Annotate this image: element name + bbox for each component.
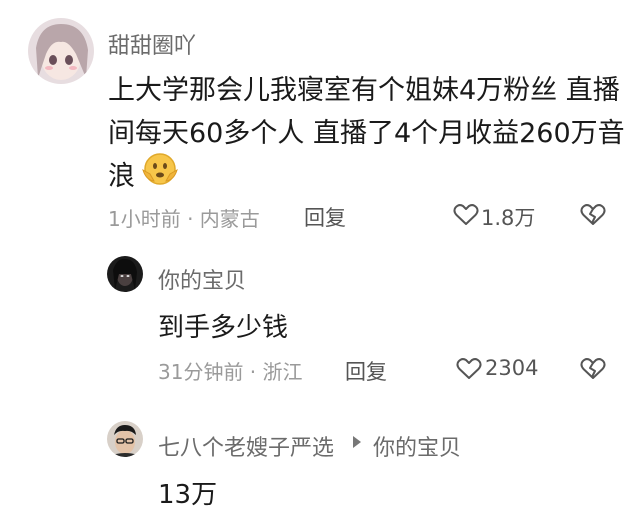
- comment-reply-button[interactable]: 回复: [304, 202, 346, 232]
- comment-text-line-2: 间每天60多个人 直播了4个月收益260万音: [108, 118, 625, 149]
- heart-icon[interactable]: [453, 203, 479, 227]
- reply-avatar[interactable]: [107, 421, 143, 457]
- comment-avatar[interactable]: [28, 18, 94, 84]
- comment-text-line-1: 上大学那会儿我寝室有个姐妹4万粉丝 直播: [108, 75, 620, 106]
- reply-avatar[interactable]: [107, 256, 143, 292]
- reply-text: 到手多少钱: [158, 313, 289, 343]
- reply-arrow-icon: [351, 434, 363, 450]
- reply-text: 13万: [158, 480, 218, 510]
- reply-like-count: 2304: [485, 356, 539, 380]
- reply-username[interactable]: 七八个老嫂子严选: [158, 430, 334, 462]
- comment-text-line-3: 浪: [108, 161, 135, 192]
- reply-reply-button[interactable]: 回复: [345, 356, 387, 386]
- heart-icon[interactable]: [456, 357, 482, 381]
- reply-time-location: 31分钟前 · 浙江: [158, 360, 303, 384]
- reply-to-username[interactable]: 你的宝贝: [373, 430, 461, 462]
- comment-time-location: 1小时前 · 内蒙古: [108, 207, 260, 231]
- dislike-broken-heart-icon[interactable]: [580, 357, 606, 381]
- comment-username[interactable]: 甜甜圈吖: [108, 28, 196, 60]
- scared-face-emoji-icon: [140, 150, 180, 186]
- dislike-broken-heart-icon[interactable]: [580, 203, 606, 227]
- reply-username[interactable]: 你的宝贝: [158, 263, 246, 295]
- comment-like-count: 1.8万: [481, 206, 536, 230]
